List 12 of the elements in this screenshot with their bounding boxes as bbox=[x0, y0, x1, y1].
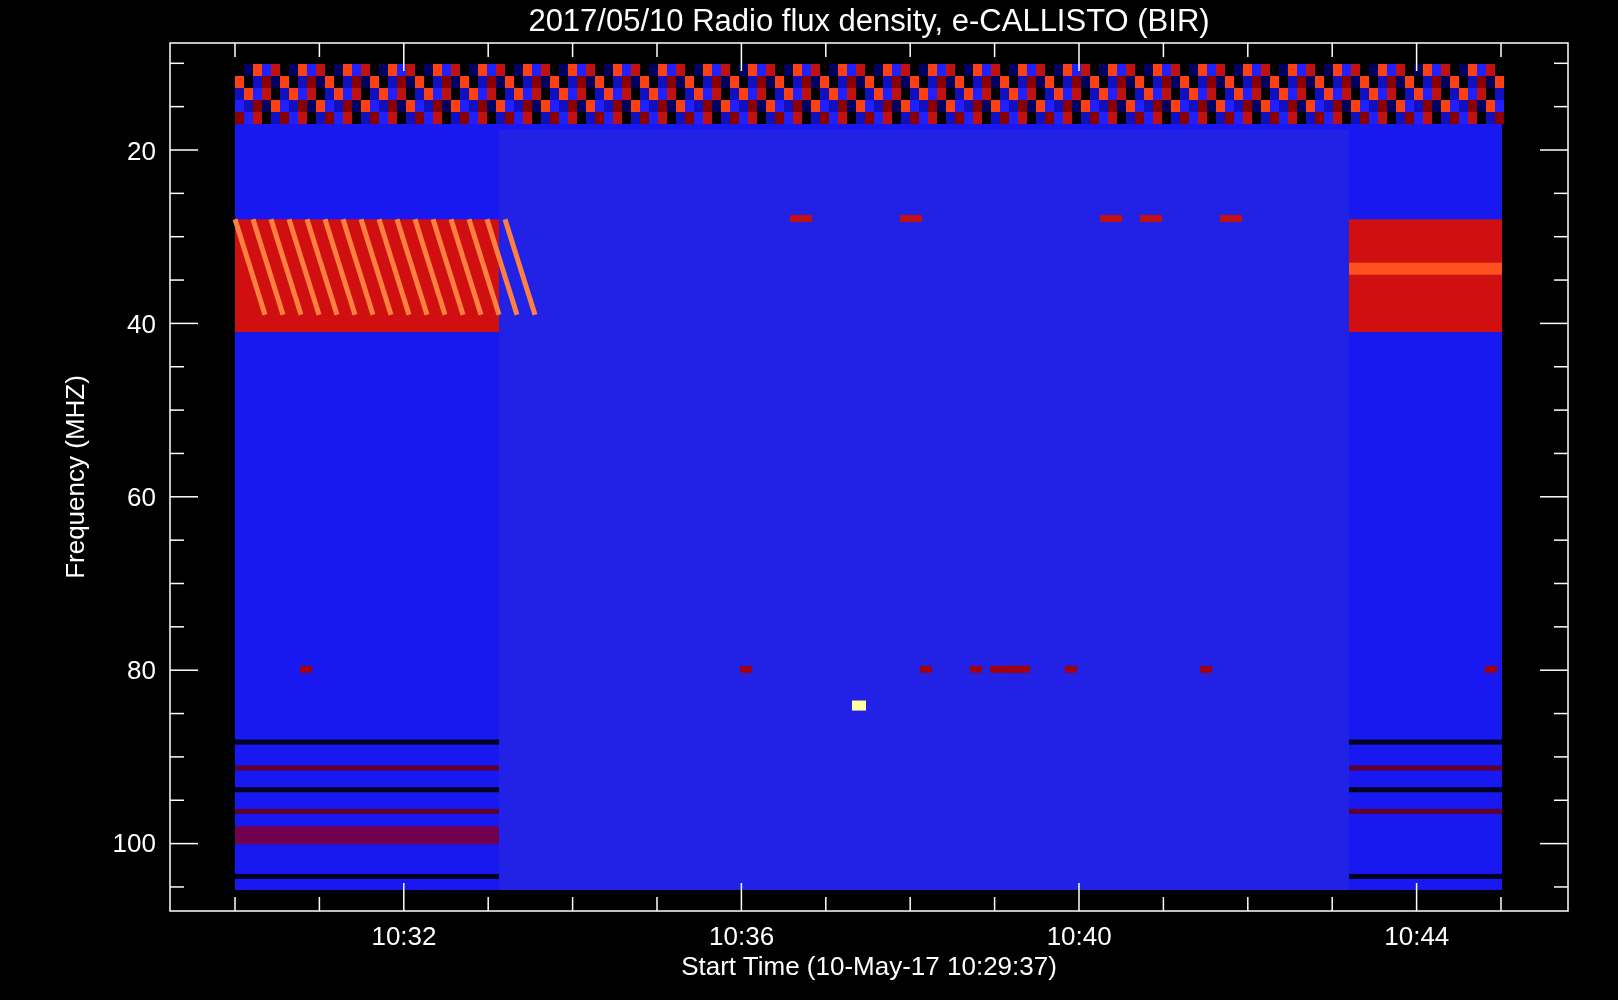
y-tick-label: 100 bbox=[112, 828, 156, 858]
x-tick-label: 10:36 bbox=[709, 921, 775, 951]
y-tick-label: 80 bbox=[127, 655, 156, 685]
y-tick-label: 20 bbox=[127, 136, 156, 166]
y-tick-label: 60 bbox=[127, 482, 156, 512]
y-tick-label: 40 bbox=[127, 309, 156, 339]
x-axis-label: Start Time (10-May-17 10:29:37) bbox=[681, 951, 1057, 981]
y-axis-label: Frequency (MHZ) bbox=[60, 375, 90, 579]
chart-title: 2017/05/10 Radio flux density, e-CALLISTO (BIR) bbox=[528, 3, 1210, 38]
x-tick-label: 10:44 bbox=[1384, 921, 1450, 951]
x-tick-label: 10:32 bbox=[371, 921, 437, 951]
x-tick-label: 10:40 bbox=[1046, 921, 1112, 951]
